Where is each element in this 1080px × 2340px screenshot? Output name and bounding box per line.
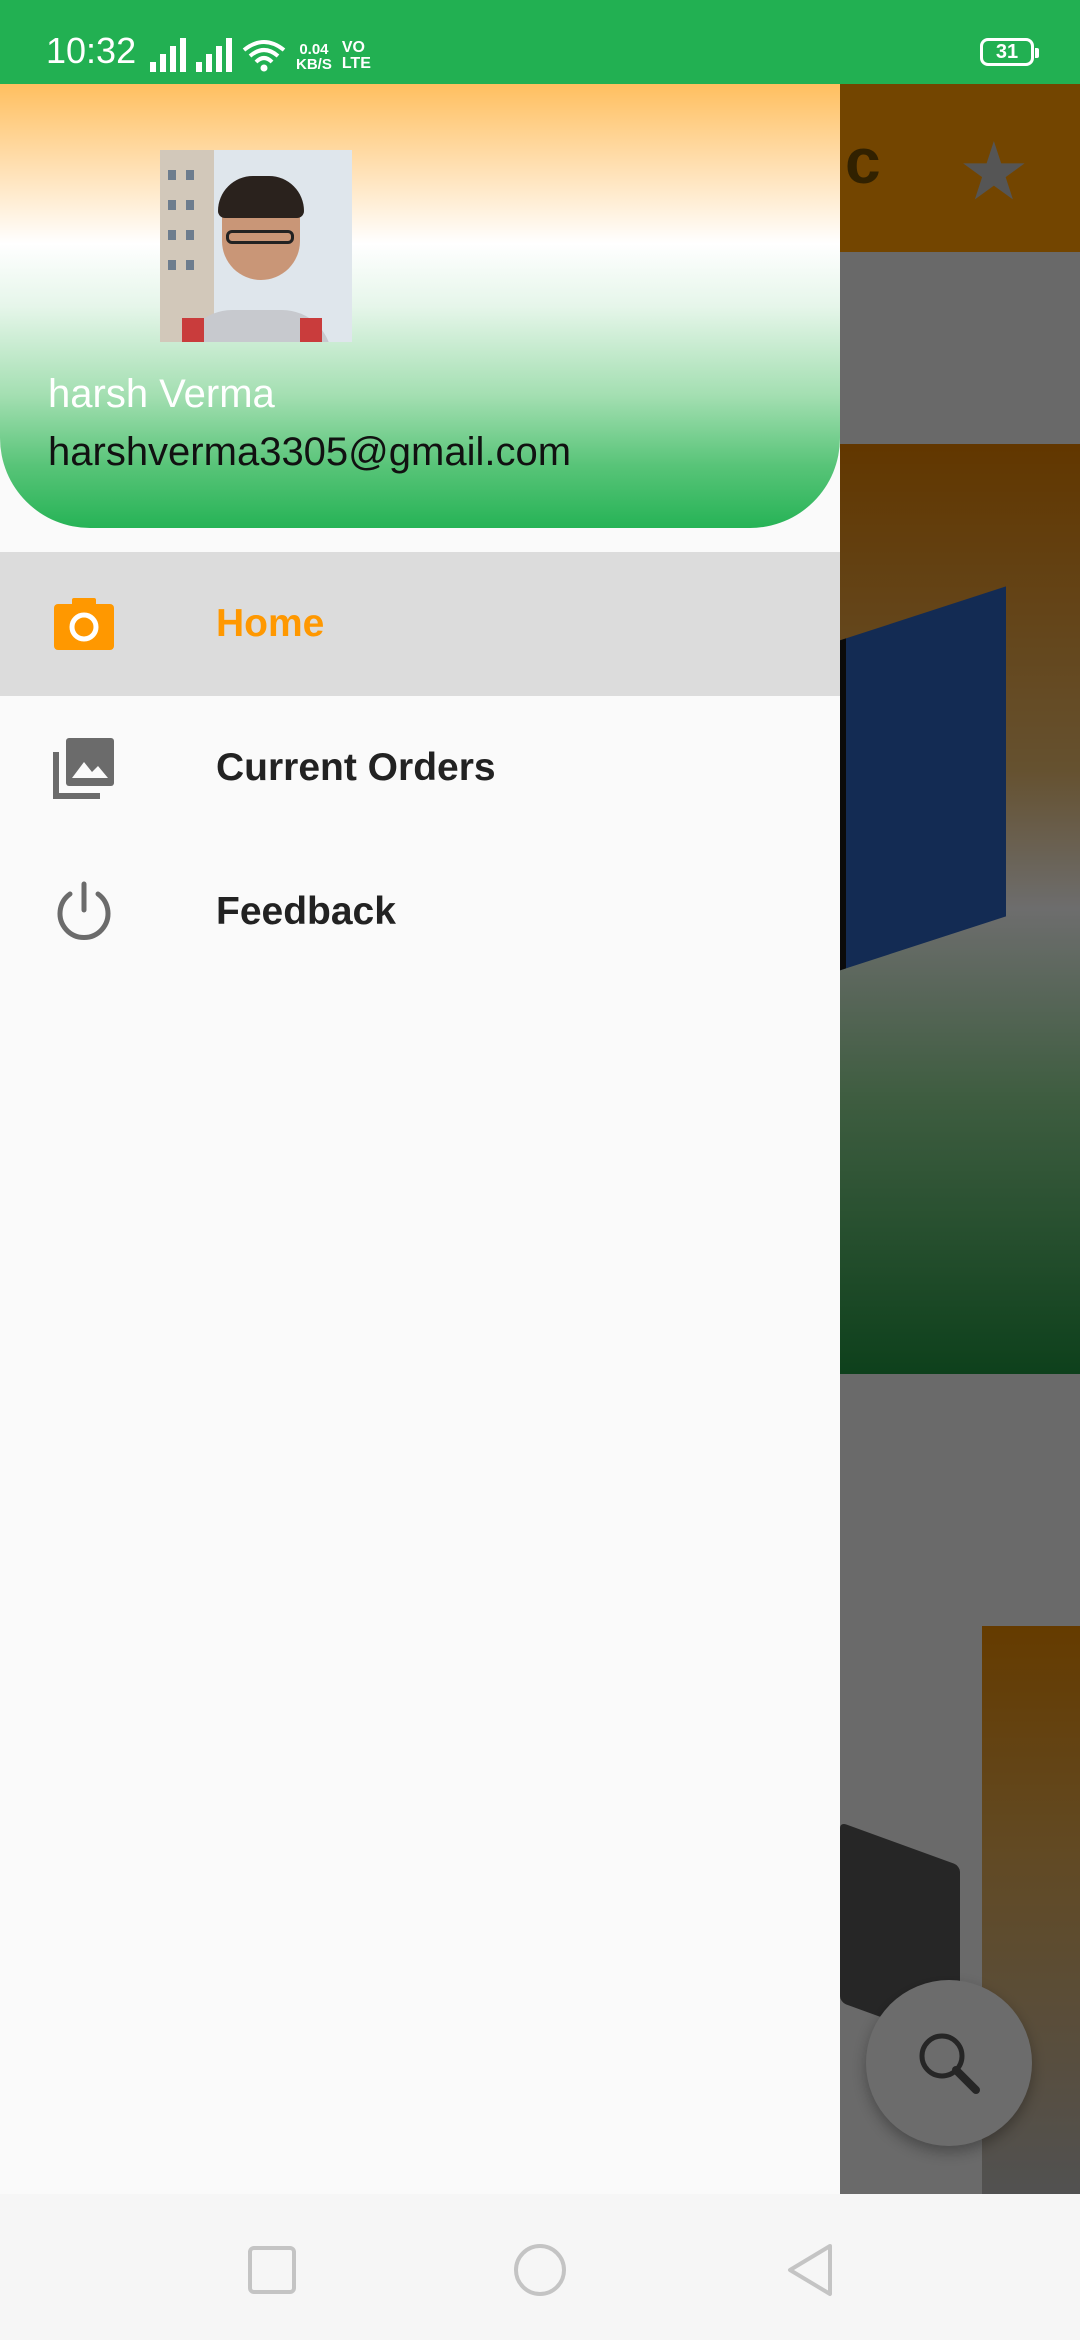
avatar-detail — [168, 230, 176, 240]
data-speed: 0.04 KB/S — [296, 42, 332, 72]
drawer-item-current-orders[interactable]: Current Orders — [0, 696, 840, 840]
status-icons: 0.04 KB/S VO LTE — [150, 32, 371, 72]
drawer-item-label: Home — [216, 602, 325, 645]
navigation-drawer: harsh Verma harshverma3305@gmail.com Hom… — [0, 84, 840, 2194]
battery-level: 31 — [995, 41, 1019, 63]
back-button[interactable] — [782, 2242, 838, 2298]
avatar-detail — [186, 170, 194, 180]
avatar[interactable] — [160, 150, 352, 342]
status-bar: 10:32 0.04 KB/S VO LTE 31 — [0, 0, 1080, 84]
avatar-detail — [186, 260, 194, 270]
system-nav-bar — [0, 2194, 1080, 2340]
status-time: 10:32 — [46, 30, 137, 71]
volte-top: VO — [341, 39, 365, 56]
avatar-detail — [186, 200, 194, 210]
battery-icon: 31 — [980, 38, 1039, 66]
drawer-item-feedback[interactable]: Feedback — [0, 840, 840, 984]
avatar-detail — [168, 260, 176, 270]
recent-apps-button[interactable] — [244, 2242, 300, 2298]
drawer-menu: Home Current Orders Feedback — [0, 552, 840, 984]
home-button[interactable] — [512, 2242, 568, 2298]
avatar-strap — [300, 318, 322, 342]
user-email: harshverma3305@gmail.com — [48, 430, 572, 474]
signal-icon-2 — [196, 38, 232, 72]
avatar-detail — [168, 170, 176, 180]
volte-bottom: LTE — [341, 55, 371, 72]
wifi-icon — [242, 40, 286, 72]
data-speed-value: 0.04 — [299, 41, 329, 58]
drawer-header: harsh Verma harshverma3305@gmail.com — [0, 84, 840, 528]
drawer-item-label: Current Orders — [216, 746, 496, 789]
drawer-item-label: Feedback — [216, 890, 396, 933]
power-icon — [57, 881, 111, 940]
photo-library-icon — [53, 738, 114, 799]
volte-indicator: VO LTE — [342, 40, 371, 72]
avatar-strap — [182, 318, 204, 342]
avatar-hair — [218, 176, 304, 218]
data-speed-unit: KB/S — [296, 56, 332, 73]
camera-icon — [54, 598, 114, 650]
signal-icon — [150, 38, 186, 72]
user-name: harsh Verma — [48, 372, 275, 416]
avatar-detail — [186, 230, 194, 240]
avatar-detail — [168, 200, 176, 210]
avatar-glasses — [226, 230, 294, 244]
drawer-item-home[interactable]: Home — [0, 552, 840, 696]
